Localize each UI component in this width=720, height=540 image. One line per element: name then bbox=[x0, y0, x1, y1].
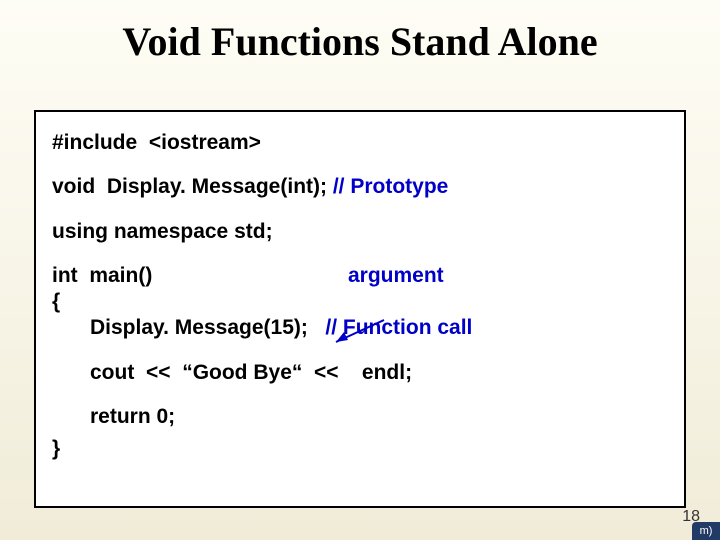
code-using: using namespace std; bbox=[52, 219, 668, 245]
slide-title: Void Functions Stand Alone bbox=[0, 0, 720, 75]
code-return: return 0; bbox=[52, 404, 668, 430]
code-main-sig: int main() bbox=[52, 263, 348, 289]
arrow-icon bbox=[328, 318, 388, 346]
slide: Void Functions Stand Alone #include <ios… bbox=[0, 0, 720, 540]
code-prototype: void Display. Message(int); // Prototype bbox=[52, 174, 668, 200]
code-box: #include <iostream> void Display. Messag… bbox=[34, 110, 686, 508]
code-cout: cout << “Good Bye“ << endl; bbox=[52, 360, 668, 386]
code-main-row: int main() argument bbox=[52, 263, 668, 289]
code-brace-open: { bbox=[52, 289, 668, 315]
corner-fragment: m) bbox=[692, 522, 720, 540]
argument-label: argument bbox=[348, 263, 444, 289]
code-prototype-comment: // Prototype bbox=[333, 174, 449, 200]
code-include: #include <iostream> bbox=[52, 130, 668, 156]
code-brace-close: } bbox=[52, 436, 668, 462]
code-prototype-prefix: void Display. Message(int); bbox=[52, 174, 333, 200]
code-call-prefix: Display. Message(15); bbox=[90, 315, 325, 341]
